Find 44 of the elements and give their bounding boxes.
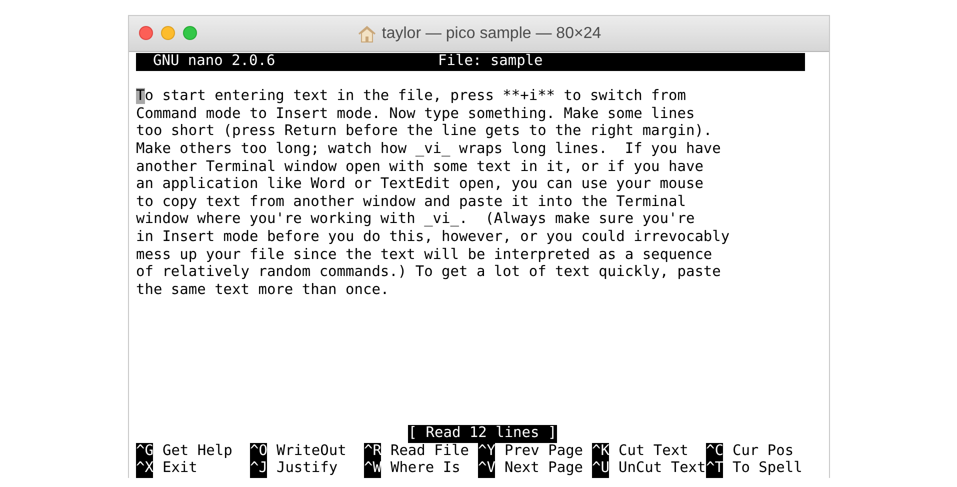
file-name: File: sample xyxy=(438,53,543,71)
shortcut-label: Get Help xyxy=(162,442,232,460)
shortcut-key: ^J xyxy=(250,460,268,478)
text-line: an application like Word or TextEdit open, you can use your mouse xyxy=(136,176,704,194)
shortcut-label: Cur Pos xyxy=(732,442,794,460)
shortcut-label: Read File xyxy=(390,442,470,460)
home-icon xyxy=(356,24,377,42)
shortcut-label: WriteOut xyxy=(276,442,346,460)
minimize-button[interactable] xyxy=(161,26,175,40)
text-line: window where you're working with _vi_. (Always make sure you're xyxy=(136,211,696,229)
text-line: too short (press Return before the line gets to the right margin). xyxy=(136,123,714,141)
text-line: another Terminal window open with some text in it, or if you have xyxy=(136,158,704,176)
shortcut-key: ^T xyxy=(706,460,724,478)
text-line: mess up your file since the text will be interpreted as a sequence xyxy=(136,246,714,264)
status-message: [ Read 12 lines ] xyxy=(408,425,557,443)
shortcut-key: ^W xyxy=(364,460,382,478)
shortcut-label: Where Is xyxy=(390,460,460,478)
window-title: taylor — pico sample — 80×24 xyxy=(382,24,602,42)
text-line: Make others too long; watch how _vi_ wraps long lines. If you have xyxy=(136,140,722,159)
shortcut-label: UnCut Text xyxy=(618,460,706,478)
shortcut-label: Prev Page xyxy=(504,442,584,460)
shortcut-label: To Spell xyxy=(732,460,802,478)
shortcut-key: ^R xyxy=(364,442,382,460)
text-line: to copy text from another window and paste it into the Terminal xyxy=(136,194,687,212)
shortcut-label: Exit xyxy=(162,460,198,478)
shortcut-label: Next Page xyxy=(504,460,584,478)
text-line: in Insert mode before you do this, however, or you could irrevocably xyxy=(136,228,731,247)
shortcut-key: ^Y xyxy=(478,442,496,460)
zoom-button[interactable] xyxy=(183,26,197,40)
shortcut-label: Justify xyxy=(276,460,338,478)
shortcut-key: ^G xyxy=(136,442,154,460)
shortcut-key: ^X xyxy=(136,460,154,478)
shortcut-key: ^V xyxy=(478,460,496,478)
close-button[interactable] xyxy=(139,26,153,40)
app-version: GNU nano 2.0.6 xyxy=(153,53,276,71)
text-line: To start entering text in the file, press **+i** to switch from xyxy=(136,88,687,106)
shortcut-key: ^O xyxy=(250,442,268,460)
text-line: Command mode to Insert mode. Now type something. Make some lines xyxy=(136,106,696,124)
shortcut-key: ^K xyxy=(592,442,610,460)
text-line: the same text more than once. xyxy=(136,282,390,300)
text-line: of relatively random commands.) To get a lot of text quickly, paste xyxy=(136,264,722,282)
shortcut-key: ^U xyxy=(592,460,610,478)
shortcut-key: ^C xyxy=(706,442,724,460)
shortcut-label: Cut Text xyxy=(618,442,688,460)
